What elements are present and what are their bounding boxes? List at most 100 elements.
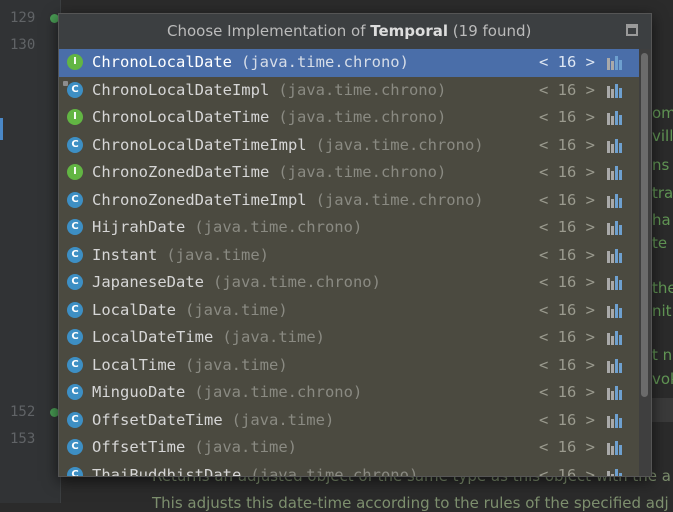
class-icon: C [67,191,83,208]
class-name: Instant [92,245,158,264]
jdk-version-label: < 16 > [539,218,595,236]
jdk-version-label: < 16 > [539,53,595,71]
package-name: (java.time.chrono) [250,465,419,477]
package-name: (java.time) [194,438,297,456]
package-name: (java.time.chrono) [278,163,447,181]
package-name: (java.time) [185,355,288,374]
package-name: (java.time.chrono) [194,383,363,401]
library-icon [607,413,625,428]
line-number: 129 [10,10,36,26]
class-icon: C [67,301,83,318]
jdk-version-label: < 16 > [539,190,595,209]
jdk-version-label: < 16 > [539,465,595,477]
implementation-name: OffsetDateTime (java.time) [92,411,334,429]
implementation-item[interactable]: I ChronoLocalDate (java.time.chrono) < 16 > [59,49,639,77]
package-name: (java.time.chrono) [194,218,363,236]
library-icon [607,220,625,235]
doc-comment-line: This adjusts this date-time according to… [152,494,669,512]
interface-icon: I [67,164,83,180]
implementation-list: I ChronoLocalDate (java.time.chrono) < 16 >… [59,49,639,476]
class-name: ChronoLocalDateTime [92,108,270,126]
implementation-name: ChronoZonedDateTimeImpl (java.time.chrono… [92,191,484,209]
implementation-item[interactable]: C ChronoLocalDateImpl (java.time.chrono) < … [59,77,639,105]
class-name: ThaiBuddhistDate [92,465,242,477]
current-line-highlight [650,398,673,422]
implementation-name: ChronoLocalDateTimeImpl (java.time.chrono… [92,136,484,154]
package-name: (java.time) [231,410,335,429]
jdk-version-label: < 16 > [539,300,595,319]
library-icon [607,385,625,400]
choose-implementation-popup: Choose Implementation of Temporal (19 fo… [58,13,652,477]
library-icon [607,248,625,263]
package-name: (java.time.chrono) [212,273,381,291]
implementation-name: ChronoLocalDateImpl (java.time.chrono) [92,81,446,99]
implementation-name: MinguoDate (java.time.chrono) [92,383,362,401]
implementation-name: Instant (java.time) [92,246,269,264]
package-name: (java.time) [222,328,325,346]
jdk-version-label: < 16 > [539,355,595,374]
implementation-item[interactable]: C MinguoDate (java.time.chrono) < 16 > [59,379,639,407]
editor-gutter: 129 130 152 153 [0,0,61,503]
implementation-item[interactable]: C LocalTime (java.time) < 16 > [59,352,639,380]
implementation-item[interactable]: I ChronoZonedDateTime (java.time.chrono) < … [59,159,639,187]
implementation-item[interactable]: C OffsetTime (java.time) < 16 > [59,434,639,462]
popup-title: Choose Implementation of Temporal (19 fo… [167,22,532,40]
implementation-name: ChronoLocalDate (java.time.chrono) [92,53,409,71]
implementation-item[interactable]: C OffsetDateTime (java.time) < 16 > [59,407,639,435]
class-name: OffsetDateTime [92,410,223,429]
implementation-item[interactable]: I ChronoLocalDateTime (java.time.chrono) < … [59,104,639,132]
class-icon: C [67,439,83,455]
package-private-icon [63,80,68,86]
class-name: ChronoLocalDate [92,53,232,71]
library-icon [607,440,625,455]
implementation-item[interactable]: C ChronoZonedDateTimeImpl (java.time.chron… [59,187,639,215]
class-name: LocalTime [92,355,176,374]
class-icon: C [67,466,83,476]
class-icon: C [67,329,83,345]
implementation-name: ThaiBuddhistDate (java.time.chrono) [92,466,418,477]
scrollbar-thumb[interactable] [641,53,648,397]
implementation-name: LocalDateTime (java.time) [92,328,325,346]
package-name: (java.time) [185,300,288,319]
list-scrollbar[interactable] [639,49,651,476]
class-name: HijrahDate [92,218,186,236]
library-icon [607,275,625,290]
jdk-version-label: < 16 > [539,328,595,346]
jdk-version-label: < 16 > [539,438,595,456]
package-name: (java.time.chrono) [278,80,447,99]
library-icon [607,358,625,373]
class-name: ChronoZonedDateTimeImpl [92,190,307,209]
class-icon: C [67,219,83,235]
package-name: (java.time.chrono) [315,190,484,209]
library-icon [607,110,625,125]
jdk-version-label: < 16 > [539,410,595,429]
jdk-version-label: < 16 > [539,135,595,154]
implementation-name: OffsetTime (java.time) [92,438,297,456]
interface-icon: I [67,109,83,125]
implementation-name: HijrahDate (java.time.chrono) [92,218,362,236]
implementation-item[interactable]: C JapaneseDate (java.time.chrono) < 16 > [59,269,639,297]
implementation-name: LocalTime (java.time) [92,356,288,374]
library-icon [607,55,625,70]
implementation-item[interactable]: C LocalDate (java.time) < 16 > [59,297,639,325]
implementation-item[interactable]: C LocalDateTime (java.time) < 16 > [59,324,639,352]
library-icon [607,193,625,208]
implementation-item[interactable]: C ThaiBuddhistDate (java.time.chrono) < 16 … [59,462,639,477]
line-number: 152 [10,404,36,420]
jdk-version-label: < 16 > [539,80,595,99]
library-icon [607,468,625,476]
library-icon [607,303,625,318]
popup-header[interactable]: Choose Implementation of Temporal (19 fo… [59,14,651,48]
implementation-item[interactable]: C HijrahDate (java.time.chrono) < 16 > [59,214,639,242]
class-icon: C [67,81,83,98]
package-name: (java.time.chrono) [278,108,447,126]
pin-window-icon[interactable] [626,24,638,36]
class-name: LocalDateTime [92,328,214,346]
change-marker [0,118,3,140]
jdk-version-label: < 16 > [539,108,595,126]
class-icon: C [67,411,83,428]
implementation-item[interactable]: C ChronoLocalDateTimeImpl (java.time.chron… [59,132,639,160]
implementation-item[interactable]: C Instant (java.time) < 16 > [59,242,639,270]
class-name: LocalDate [92,300,176,319]
class-name: MinguoDate [92,383,186,401]
